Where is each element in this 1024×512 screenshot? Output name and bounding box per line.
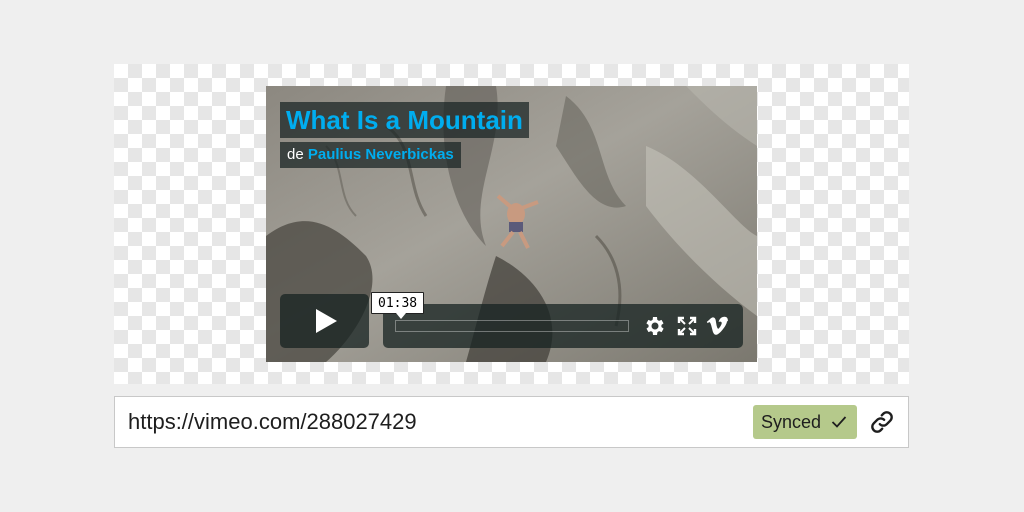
play-icon — [315, 309, 337, 333]
author-link[interactable]: Paulius Neverbickas — [308, 146, 454, 163]
video-player[interactable]: What Is a Mountain de Paulius Neverbicka… — [266, 86, 757, 362]
embed-url-bar: Synced — [114, 396, 909, 448]
fullscreen-icon[interactable] — [675, 314, 699, 338]
byline-prefix: de — [287, 146, 304, 163]
link-button[interactable] — [867, 407, 897, 437]
synced-label: Synced — [761, 412, 822, 432]
link-icon — [871, 411, 893, 433]
play-button[interactable] — [280, 294, 369, 348]
timestamp-tooltip: 01:38 — [371, 292, 425, 319]
vimeo-logo-icon[interactable] — [705, 314, 729, 338]
progress-bar[interactable] — [395, 320, 629, 332]
synced-status-button[interactable]: Synced — [753, 405, 857, 439]
video-title[interactable]: What Is a Mountain — [280, 102, 529, 138]
gear-icon[interactable] — [642, 314, 666, 338]
check-icon — [831, 416, 847, 428]
video-byline: de Paulius Neverbickas — [280, 142, 461, 168]
control-bar — [383, 304, 743, 348]
url-input[interactable] — [126, 405, 726, 439]
